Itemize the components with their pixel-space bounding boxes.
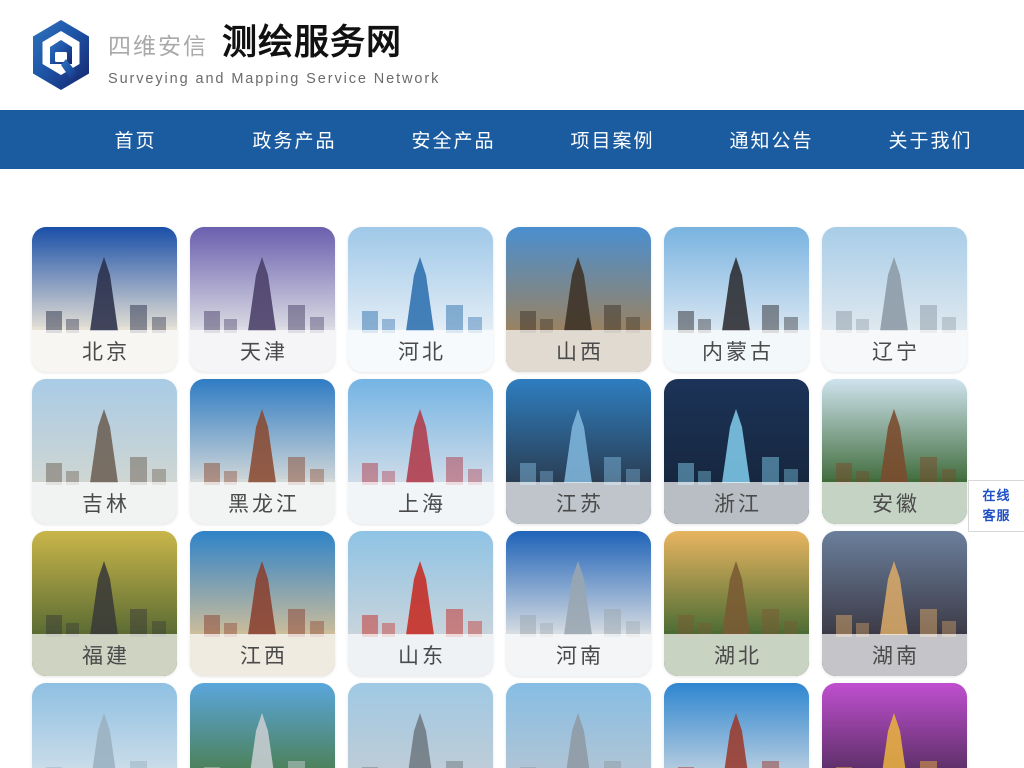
province-card-label: 上海 xyxy=(348,482,493,524)
province-card-label: 福建 xyxy=(32,634,177,676)
province-card[interactable]: 上海 xyxy=(348,379,493,524)
online-service-line-2: 客服 xyxy=(982,508,1011,523)
province-card-label: 北京 xyxy=(32,330,177,372)
main-content: 北京天津河北山西内蒙古辽宁吉林黑龙江上海江苏浙江安徽福建江西山东河南湖北湖南广东… xyxy=(0,169,1024,768)
province-card-label: 山西 xyxy=(506,330,651,372)
province-card[interactable]: 四川 xyxy=(664,683,809,768)
province-card[interactable]: 广东 xyxy=(32,683,177,768)
province-card-label: 天津 xyxy=(190,330,335,372)
site-header: 四维安信 测绘服务网 Surveying and Mapping Service… xyxy=(0,0,1024,110)
province-card-label: 江苏 xyxy=(506,482,651,524)
province-card[interactable]: 湖北 xyxy=(664,531,809,676)
province-card-label: 内蒙古 xyxy=(664,330,809,372)
province-card[interactable]: 吉林 xyxy=(32,379,177,524)
brand-company-name: 四维安信 xyxy=(108,33,208,59)
province-card-label: 吉林 xyxy=(32,482,177,524)
online-service-line-1: 在线 xyxy=(982,487,1011,503)
province-card[interactable]: 黑龙江 xyxy=(190,379,335,524)
nav-item-project-cases[interactable]: 项目案例 xyxy=(533,110,692,169)
province-photo xyxy=(506,683,651,768)
province-card[interactable]: 山西 xyxy=(506,227,651,372)
province-card-label: 黑龙江 xyxy=(190,482,335,524)
province-card[interactable]: 重庆 xyxy=(506,683,651,768)
province-photo xyxy=(822,683,967,768)
province-photo xyxy=(190,683,335,768)
province-card-label: 山东 xyxy=(348,634,493,676)
province-card[interactable]: 河南 xyxy=(506,531,651,676)
province-card[interactable]: 湖南 xyxy=(822,531,967,676)
province-card-label: 浙江 xyxy=(664,482,809,524)
hexagon-logo-icon[interactable] xyxy=(30,19,92,91)
province-card[interactable]: 浙江 xyxy=(664,379,809,524)
province-card[interactable]: 辽宁 xyxy=(822,227,967,372)
brand-block: 四维安信 测绘服务网 Surveying and Mapping Service… xyxy=(108,23,440,87)
province-card-label: 河南 xyxy=(506,634,651,676)
province-card[interactable]: 江西 xyxy=(190,531,335,676)
online-service-widget[interactable]: 在线 客服 xyxy=(968,480,1024,532)
nav-item-security-products[interactable]: 安全产品 xyxy=(374,110,533,169)
province-photo xyxy=(664,683,809,768)
province-card[interactable]: 福建 xyxy=(32,531,177,676)
nav-item-government-products[interactable]: 政务产品 xyxy=(215,110,374,169)
province-card[interactable]: 江苏 xyxy=(506,379,651,524)
nav-item-about-us[interactable]: 关于我们 xyxy=(851,110,1010,169)
nav-item-home[interactable]: 首页 xyxy=(56,110,215,169)
brand-site-title: 测绘服务网 xyxy=(222,23,403,62)
province-card-label: 河北 xyxy=(348,330,493,372)
province-card[interactable]: 河北 xyxy=(348,227,493,372)
province-card[interactable]: 北京 xyxy=(32,227,177,372)
province-card[interactable]: 安徽 xyxy=(822,379,967,524)
province-card[interactable]: 内蒙古 xyxy=(664,227,809,372)
province-card-label: 辽宁 xyxy=(822,330,967,372)
province-card[interactable]: 广西 xyxy=(190,683,335,768)
province-card-label: 江西 xyxy=(190,634,335,676)
main-navigation: 首页 政务产品 安全产品 项目案例 通知公告 关于我们 xyxy=(0,110,1024,169)
province-card-label: 湖南 xyxy=(822,634,967,676)
province-card[interactable]: 天津 xyxy=(190,227,335,372)
province-card[interactable]: 贵州 xyxy=(822,683,967,768)
province-card[interactable]: 海南 xyxy=(348,683,493,768)
brand-english-subtitle: Surveying and Mapping Service Network xyxy=(108,71,441,87)
province-grid: 北京天津河北山西内蒙古辽宁吉林黑龙江上海江苏浙江安徽福建江西山东河南湖北湖南广东… xyxy=(32,227,968,768)
province-photo xyxy=(32,683,177,768)
province-card[interactable]: 山东 xyxy=(348,531,493,676)
brand-title-line: 四维安信 测绘服务网 xyxy=(108,25,440,60)
nav-item-notices[interactable]: 通知公告 xyxy=(692,110,851,169)
province-card-label: 安徽 xyxy=(822,482,967,524)
province-card-label: 湖北 xyxy=(664,634,809,676)
province-photo xyxy=(348,683,493,768)
